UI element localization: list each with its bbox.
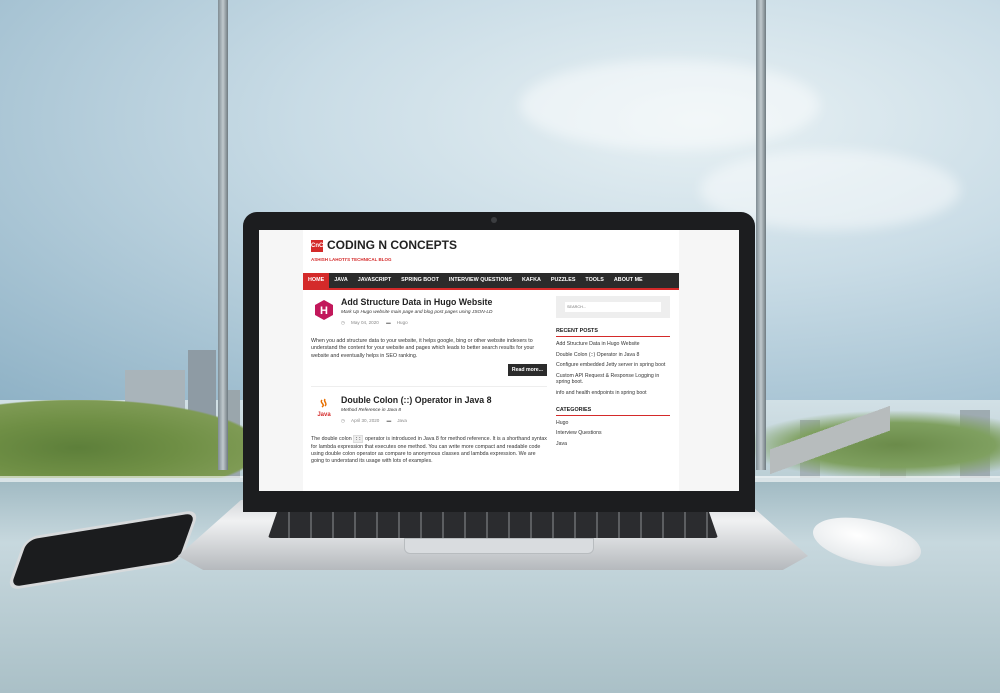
hugo-icon: H [315,300,333,320]
main-nav: HOME JAVA JAVASCRIPT SPRING BOOT INTERVI… [303,273,679,290]
laptop-trackpad [404,538,594,554]
post-meta: ◷ May 04, 2020 ▬ Hugo [341,320,547,326]
nav-item-java[interactable]: JAVA [329,273,353,288]
search-widget [556,296,670,318]
list-item[interactable]: Configure embedded Jetty server in sprin… [556,362,670,369]
clock-icon: ◷ [341,418,346,424]
post-item: H Add Structure Data in Hugo Website Mar… [311,297,547,326]
nav-item-spring-boot[interactable]: SPRING BOOT [396,273,444,288]
post-meta: ◷ April 30, 2020 ▬ Java [341,418,547,424]
nav-item-puzzles[interactable]: PUZZLES [546,273,581,288]
nav-item-javascript[interactable]: JAVASCRIPT [353,273,396,288]
list-item[interactable]: Add Structure Data in Hugo Website [556,341,670,348]
laptop-screen: CnC CODING N CONCEPTS ASHISH LAHOTI'S TE… [259,230,739,491]
java-icon: Java [317,398,331,418]
post-title[interactable]: Double Colon (::) Operator in Java 8 [341,395,547,405]
webcam-icon [491,217,497,223]
site-header: CnC CODING N CONCEPTS ASHISH LAHOTI'S TE… [303,230,679,274]
post-title[interactable]: Add Structure Data in Hugo Website [341,297,547,307]
post-subtitle: Method Reference in Java 8 [341,408,401,414]
highway [770,400,890,480]
post-subtitle: Mark Up Hugo website main page and blog … [341,310,493,315]
post-excerpt: The double colon :: operator is introduc… [311,435,547,466]
site-logo[interactable]: CnC [311,240,323,252]
list-item[interactable]: Hugo [556,420,670,427]
sidebar: RECENT POSTS Add Structure Data in Hugo … [556,296,670,447]
post-item: Java Double Colon (::) Operator in Java … [311,395,547,424]
svg-text:Java: Java [317,412,331,418]
post-category[interactable]: Hugo [397,320,408,325]
folder-icon: ▬ [386,418,392,424]
window-frame [756,0,766,470]
list-item[interactable]: Custom API Request & Response Logging in… [556,373,670,386]
post-date: April 30, 2020 [351,418,380,424]
list-item[interactable]: info and health endpoints in spring boot [556,390,670,397]
svg-text:H: H [320,305,328,317]
nav-item-home[interactable]: HOME [303,273,330,288]
categories-list: Hugo Interview Questions Java [556,420,670,448]
website: CnC CODING N CONCEPTS ASHISH LAHOTI'S TE… [303,230,679,491]
inline-code: :: [353,435,364,444]
categories-title: CATEGORIES [556,407,670,416]
window-frame [218,0,228,470]
post-excerpt: When you add structure data to your webs… [311,338,535,359]
read-more-button[interactable]: Read more... [507,364,547,377]
nav-item-tools[interactable]: TOOLS [580,273,608,288]
clock-icon: ◷ [341,320,346,325]
post-category[interactable]: Java [397,418,407,423]
nav-item-interview-questions[interactable]: INTERVIEW QUESTIONS [444,273,517,288]
main-content: H Add Structure Data in Hugo Website Mar… [311,296,547,466]
recent-posts-title: RECENT POSTS [556,328,670,337]
site-title[interactable]: CODING N CONCEPTS [327,238,457,252]
list-item[interactable]: Java [556,441,670,448]
site-tagline: ASHISH LAHOTI'S TECHNICAL BLOG [311,257,392,262]
excerpt-text: The double colon [311,436,352,443]
list-item[interactable]: Double Colon (::) Operator in Java 8 [556,352,670,359]
recent-posts-list: Add Structure Data in Hugo Website Doubl… [556,341,670,397]
folder-icon: ▬ [386,320,391,325]
nav-item-about-me[interactable]: ABOUT ME [609,273,648,288]
nav-item-kafka[interactable]: KAFKA [517,273,546,288]
list-item[interactable]: Interview Questions [556,430,670,437]
cloud [520,60,820,150]
search-input[interactable] [565,302,661,312]
laptop-keyboard [268,512,718,538]
post-date: May 04, 2020 [351,320,379,325]
